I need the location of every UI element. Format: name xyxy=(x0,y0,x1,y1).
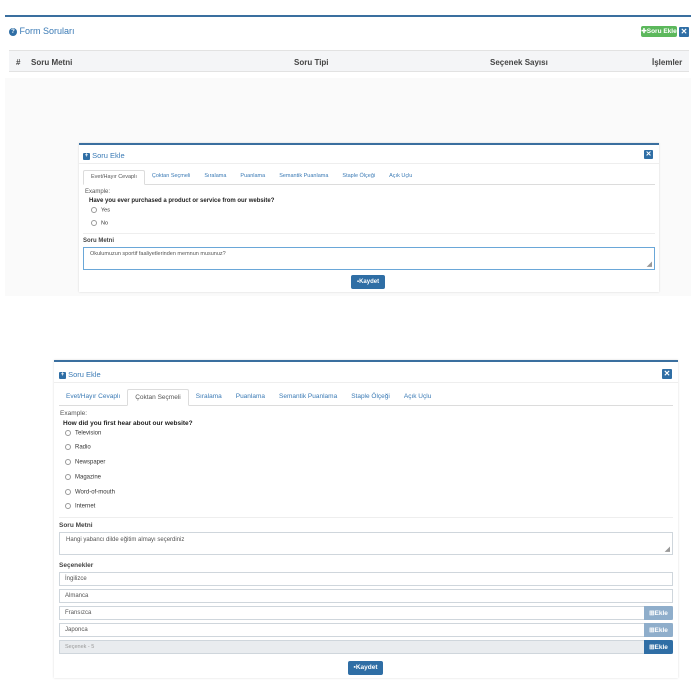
add-option-button[interactable]: ⊞ Ekle xyxy=(644,640,673,654)
option-no[interactable]: No xyxy=(91,220,108,226)
question-text-input[interactable]: Okulumuzun sportif faaliyetlerinden memn… xyxy=(83,247,655,270)
option-newspaper[interactable]: Newspaper xyxy=(65,459,105,466)
tab-multiple-choice[interactable]: Çoktan Seçmeli xyxy=(145,170,198,184)
question-circle-icon: ? xyxy=(9,27,17,36)
form-questions-panel: ? Form Soruları ✚Soru Ekle ✕ # Soru Metn… xyxy=(5,15,691,77)
add-option-button[interactable]: ⊞ Ekle xyxy=(644,623,673,637)
radio-icon xyxy=(65,430,71,436)
section-divider xyxy=(59,517,673,518)
question-type-tabs: Evet/Hayır Cevaplı Çoktan Seçmeli Sırala… xyxy=(83,170,655,185)
question-type-tabs: Evet/Hayır Cevaplı Çoktan Seçmeli Sırala… xyxy=(59,389,673,406)
col-option-count: Seçenek Sayısı xyxy=(490,58,548,67)
col-actions: İşlemler xyxy=(652,58,683,67)
example-question: How did you first hear about our website… xyxy=(63,420,193,427)
tab-staple-scale[interactable]: Staple Ölçeği xyxy=(335,170,382,184)
tab-open-ended[interactable]: Açık Uçlu xyxy=(397,389,438,405)
tab-semantic-rating[interactable]: Semantik Puanlama xyxy=(272,170,335,184)
question-text-label: Soru Metni xyxy=(83,238,114,244)
radio-icon xyxy=(65,503,71,509)
col-number: # xyxy=(16,58,21,67)
tab-ranking[interactable]: Sıralama xyxy=(197,170,233,184)
option-magazine[interactable]: Magazine xyxy=(65,474,101,481)
modal-title: + Soru Ekle xyxy=(59,370,101,379)
option-input-3[interactable]: Fransızca ⊞ Ekle xyxy=(59,606,673,620)
radio-icon xyxy=(91,220,97,226)
tab-open-ended[interactable]: Açık Uçlu xyxy=(382,170,419,184)
add-question-modal-2: + Soru Ekle ✕ Evet/Hayır Cevaplı Çoktan … xyxy=(54,360,678,678)
save-button[interactable]: ▪Kaydet xyxy=(351,275,385,289)
resize-handle-icon[interactable]: ◢ xyxy=(665,545,670,553)
question-text-label: Soru Metni xyxy=(59,522,93,529)
example-label: Example: xyxy=(60,410,88,417)
option-television[interactable]: Television xyxy=(65,430,101,437)
add-question-modal-1: + Soru Ekle ✕ Evet/Hayır Cevaplı Çoktan … xyxy=(79,143,659,292)
panel-title: ? Form Soruları xyxy=(9,26,75,36)
option-input-5[interactable]: Seçenek - 5 ⊞ Ekle xyxy=(59,640,673,654)
option-internet[interactable]: Internet xyxy=(65,503,95,510)
modal-header-divider xyxy=(54,382,678,383)
tab-yes-no[interactable]: Evet/Hayır Cevaplı xyxy=(59,389,127,405)
radio-icon xyxy=(65,489,71,495)
question-text-input[interactable]: Hangi yabancı dilde eğitim almayı seçerd… xyxy=(59,532,673,555)
plus-square-icon: + xyxy=(83,152,90,160)
tab-yes-no[interactable]: Evet/Hayır Cevaplı xyxy=(83,170,145,185)
radio-icon xyxy=(91,207,97,213)
radio-icon xyxy=(65,474,71,480)
example-label: Example: xyxy=(85,189,111,195)
options-label: Seçenekler xyxy=(59,562,94,569)
plus-square-icon: + xyxy=(59,371,66,379)
option-yes[interactable]: Yes xyxy=(91,207,110,213)
tab-rating[interactable]: Puanlama xyxy=(233,170,272,184)
table-header: # Soru Metni Soru Tipi Seçenek Sayısı İş… xyxy=(9,50,689,72)
radio-icon xyxy=(65,444,71,450)
close-modal-button[interactable]: ✕ xyxy=(644,150,653,159)
option-input-1[interactable]: İngilizce xyxy=(59,572,673,586)
tab-semantic-rating[interactable]: Semantik Puanlama xyxy=(272,389,344,405)
close-panel-button[interactable]: ✕ xyxy=(679,27,689,37)
option-input-2[interactable]: Almanca xyxy=(59,589,673,603)
modal-header-divider xyxy=(79,163,659,164)
add-question-button[interactable]: ✚Soru Ekle xyxy=(641,26,677,37)
add-option-button[interactable]: ⊞ Ekle xyxy=(644,606,673,620)
col-question-text: Soru Metni xyxy=(31,58,73,67)
example-question: Have you ever purchased a product or ser… xyxy=(89,198,275,204)
option-word-of-mouth[interactable]: Word-of-mouth xyxy=(65,489,115,496)
section-divider xyxy=(83,233,655,234)
tab-ranking[interactable]: Sıralama xyxy=(189,389,229,405)
option-radio[interactable]: Radio xyxy=(65,444,91,451)
close-modal-button[interactable]: ✕ xyxy=(662,369,672,379)
col-question-type: Soru Tipi xyxy=(294,58,329,67)
modal-title: + Soru Ekle xyxy=(83,151,125,160)
tab-rating[interactable]: Puanlama xyxy=(229,389,272,405)
save-button[interactable]: ▪Kaydet xyxy=(348,661,383,675)
radio-icon xyxy=(65,459,71,465)
resize-handle-icon[interactable]: ◢ xyxy=(647,260,652,268)
tab-staple-scale[interactable]: Staple Ölçeği xyxy=(344,389,397,405)
option-input-4[interactable]: Japonca ⊞ Ekle xyxy=(59,623,673,637)
tab-multiple-choice[interactable]: Çoktan Seçmeli xyxy=(127,389,189,406)
